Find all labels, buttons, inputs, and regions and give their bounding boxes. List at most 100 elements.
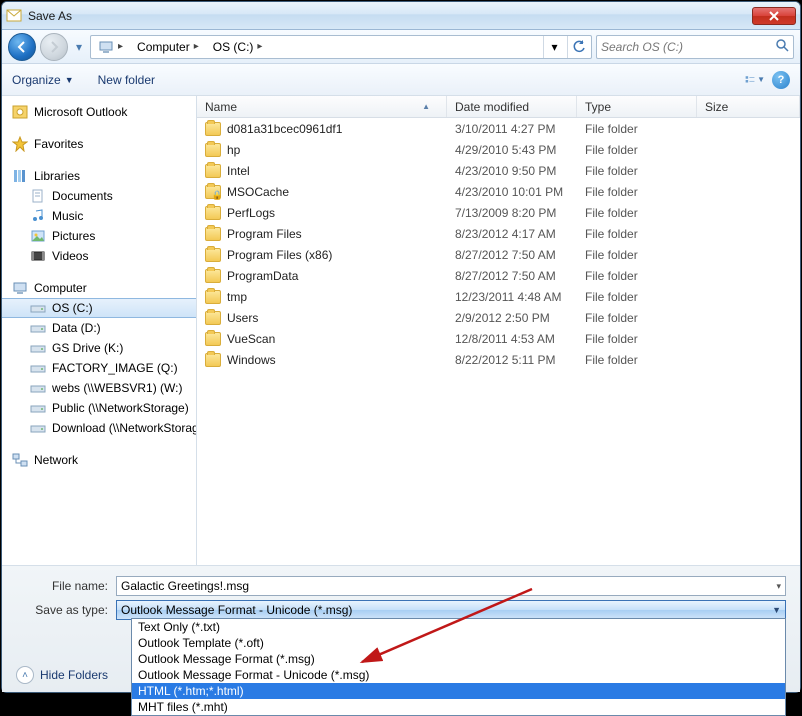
filename-input[interactable]: Galactic Greetings!.msg▾ [116, 576, 786, 596]
column-size[interactable]: Size [697, 96, 800, 117]
search-icon [775, 38, 789, 55]
videos-icon [30, 248, 46, 264]
navpane-favorites[interactable]: Favorites [2, 134, 196, 154]
column-name[interactable]: Name▲ [197, 96, 447, 117]
breadcrumb-seg-0[interactable]: Computer▸ [132, 36, 206, 58]
nav-row: ▾ ▸ Computer▸ OS (C:)▸ ▾ Search OS (C:) [2, 30, 800, 64]
pictures-icon [30, 228, 46, 244]
column-date[interactable]: Date modified [447, 96, 577, 117]
hide-folders-button[interactable]: ˄ Hide Folders [16, 666, 108, 684]
navpane-outlook[interactable]: Microsoft Outlook [2, 102, 196, 122]
table-row[interactable]: MSOCache4/23/2010 10:01 PMFile folder [197, 181, 800, 202]
type-option[interactable]: HTML (*.htm;*.html) [132, 683, 785, 699]
music-icon [30, 208, 46, 224]
navpane-drive[interactable]: webs (\\WEBSVR1) (W:) [2, 378, 196, 398]
navpane-drive[interactable]: Download (\\NetworkStorage) [2, 418, 196, 438]
folder-icon [205, 353, 221, 367]
navpane-videos[interactable]: Videos [2, 246, 196, 266]
table-row[interactable]: Windows8/22/2012 5:11 PMFile folder [197, 349, 800, 370]
folder-icon [205, 248, 221, 262]
nav-history-dropdown[interactable]: ▾ [72, 37, 86, 57]
type-label: Save as type: [16, 603, 116, 617]
close-button[interactable] [752, 7, 796, 25]
navpane-music[interactable]: Music [2, 206, 196, 226]
navpane-libraries[interactable]: Libraries [2, 166, 196, 186]
folder-icon [205, 143, 221, 157]
folder-icon [205, 122, 221, 136]
navpane-drive[interactable]: OS (C:) [2, 298, 196, 318]
type-option[interactable]: Outlook Template (*.oft) [132, 635, 785, 651]
drive-icon [30, 400, 46, 416]
navpane-drive[interactable]: FACTORY_IMAGE (Q:) [2, 358, 196, 378]
search-input[interactable]: Search OS (C:) [596, 35, 794, 59]
new-folder-button[interactable]: New folder [98, 73, 155, 87]
table-row[interactable]: hp4/29/2010 5:43 PMFile folder [197, 139, 800, 160]
navpane-pictures[interactable]: Pictures [2, 226, 196, 246]
save-as-type-dropdown[interactable]: Text Only (*.txt)Outlook Template (*.oft… [131, 618, 786, 716]
dialog-body: Microsoft Outlook Favorites Libraries Do… [2, 96, 800, 565]
drive-icon [30, 420, 46, 436]
libraries-icon [12, 168, 28, 184]
nav-pane[interactable]: Microsoft Outlook Favorites Libraries Do… [2, 96, 197, 565]
chevron-up-icon: ˄ [16, 666, 34, 684]
drive-icon [30, 340, 46, 356]
help-button[interactable]: ? [772, 71, 790, 89]
breadcrumb-dropdown-icon[interactable]: ▾ [543, 36, 565, 58]
table-row[interactable]: VueScan12/8/2011 4:53 AMFile folder [197, 328, 800, 349]
window-title: Save As [28, 9, 72, 23]
view-button[interactable]: ▼ [744, 69, 766, 91]
save-as-dialog: Save As ▾ ▸ Computer▸ OS (C:)▸ ▾ [1, 1, 801, 693]
bottom-panel: File name: Galactic Greetings!.msg▾ Save… [2, 565, 800, 692]
navpane-network[interactable]: Network [2, 450, 196, 470]
table-row[interactable]: Intel4/23/2010 9:50 PMFile folder [197, 160, 800, 181]
computer-icon [12, 280, 28, 296]
filename-label: File name: [16, 579, 116, 593]
table-row[interactable]: Program Files (x86)8/27/2012 7:50 AMFile… [197, 244, 800, 265]
titlebar[interactable]: Save As [2, 2, 800, 30]
navpane-drive[interactable]: Data (D:) [2, 318, 196, 338]
navpane-computer[interactable]: Computer [2, 278, 196, 298]
app-icon [6, 8, 22, 24]
command-bar: Organize ▼ New folder ▼ ? [2, 64, 800, 96]
folder-icon [205, 332, 221, 346]
column-type[interactable]: Type [577, 96, 697, 117]
folder-icon [205, 311, 221, 325]
type-option[interactable]: MHT files (*.mht) [132, 699, 785, 715]
column-headers[interactable]: Name▲ Date modified Type Size [197, 96, 800, 118]
folder-icon [205, 185, 221, 199]
table-row[interactable]: tmp12/23/2011 4:48 AMFile folder [197, 286, 800, 307]
save-as-type-combo[interactable]: Outlook Message Format - Unicode (*.msg)… [116, 600, 786, 620]
refresh-icon[interactable] [567, 36, 589, 58]
file-rows[interactable]: d081a31bcec0961df13/10/2011 4:27 PMFile … [197, 118, 800, 565]
drive-icon [30, 360, 46, 376]
breadcrumb-computer-icon[interactable]: ▸ [93, 36, 130, 58]
folder-icon [205, 227, 221, 241]
navpane-drive[interactable]: GS Drive (K:) [2, 338, 196, 358]
drive-icon [30, 320, 46, 336]
folder-icon [205, 290, 221, 304]
table-row[interactable]: Program Files8/23/2012 4:17 AMFile folde… [197, 223, 800, 244]
navpane-documents[interactable]: Documents [2, 186, 196, 206]
navpane-drive[interactable]: Public (\\NetworkStorage) [2, 398, 196, 418]
breadcrumb[interactable]: ▸ Computer▸ OS (C:)▸ ▾ [90, 35, 592, 59]
table-row[interactable]: d081a31bcec0961df13/10/2011 4:27 PMFile … [197, 118, 800, 139]
type-option[interactable]: Text Only (*.txt) [132, 619, 785, 635]
forward-button [40, 33, 68, 61]
drive-icon [30, 300, 46, 316]
breadcrumb-seg-1[interactable]: OS (C:)▸ [208, 36, 270, 58]
star-icon [12, 136, 28, 152]
search-placeholder: Search OS (C:) [601, 40, 683, 54]
folder-icon [205, 269, 221, 283]
table-row[interactable]: Users2/9/2012 2:50 PMFile folder [197, 307, 800, 328]
back-button[interactable] [8, 33, 36, 61]
table-row[interactable]: PerfLogs7/13/2009 8:20 PMFile folder [197, 202, 800, 223]
type-option[interactable]: Outlook Message Format (*.msg) [132, 651, 785, 667]
type-option[interactable]: Outlook Message Format - Unicode (*.msg) [132, 667, 785, 683]
table-row[interactable]: ProgramData8/27/2012 7:50 AMFile folder [197, 265, 800, 286]
drive-icon [30, 380, 46, 396]
documents-icon [30, 188, 46, 204]
network-icon [12, 452, 28, 468]
folder-icon [205, 164, 221, 178]
file-list-pane: Name▲ Date modified Type Size d081a31bce… [197, 96, 800, 565]
organize-menu[interactable]: Organize ▼ [12, 73, 74, 87]
